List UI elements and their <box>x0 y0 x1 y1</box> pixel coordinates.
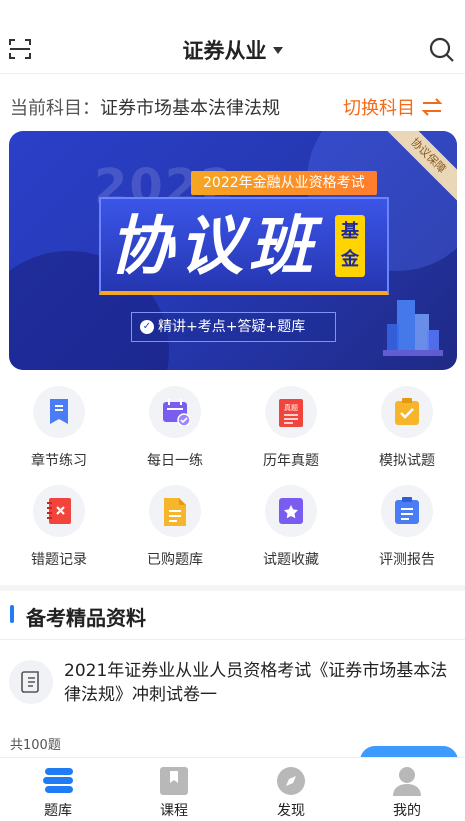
bottom-nav: 题库 课程 发现 我的 <box>0 758 465 821</box>
switch-subject-button[interactable]: 切换科目 <box>343 94 443 120</box>
grid-item-purchased-banks[interactable]: 已购题库 <box>117 485 233 575</box>
nav-label: 发现 <box>277 803 305 819</box>
check-icon: ✓ <box>140 320 154 334</box>
grid-label: 评测报告 <box>379 552 435 568</box>
grid-item-mock-exams[interactable]: 模拟试题 <box>349 386 465 476</box>
bookmark-icon <box>50 399 68 424</box>
grid-label: 章节练习 <box>31 453 87 469</box>
grid-label: 历年真题 <box>263 453 319 469</box>
scroll-document-icon <box>21 671 39 693</box>
title-dropdown[interactable]: 证券从业 <box>183 35 283 65</box>
error-notebook-icon <box>47 498 71 524</box>
star-book-icon <box>279 498 303 524</box>
grid-item-daily-practice[interactable]: 每日一练 <box>117 386 233 476</box>
section-title: 备考精品资料 <box>26 606 146 630</box>
feature-grid: 章节练习 每日一练 真题 历年真题 模拟试题 错题记录 已购题库 试题收藏 评测… <box>0 386 465 576</box>
chevron-down-icon <box>272 46 283 54</box>
grid-item-past-exams[interactable]: 真题 历年真题 <box>233 386 349 476</box>
material-icon-bg <box>9 660 53 704</box>
compass-icon <box>277 767 305 795</box>
exam-paper-icon-text: 真题 <box>284 403 298 412</box>
grid-icon-bg <box>149 485 201 537</box>
exam-paper-icon: 真题 <box>279 399 303 427</box>
banner-title: 协议班 <box>109 210 319 284</box>
nav-item-question-bank[interactable]: 题库 <box>0 758 116 821</box>
document-icon <box>164 498 186 526</box>
grid-icon-bg <box>265 485 317 537</box>
nav-label: 我的 <box>393 803 421 819</box>
report-icon <box>395 497 419 524</box>
section-accent-bar <box>10 605 14 623</box>
subject-row: 当前科目：证券市场基本法律法规 切换科目 <box>0 75 465 131</box>
app-title[interactable]: 证券从业 <box>0 35 465 65</box>
grid-icon-bg <box>33 485 85 537</box>
top-bar: 证券从业 <box>0 0 465 74</box>
grid-icon-bg: 真题 <box>265 386 317 438</box>
question-count: 共100题 <box>10 738 61 753</box>
section-header: 备考精品资料 <box>0 596 465 640</box>
grid-label: 试题收藏 <box>263 552 319 568</box>
clipboard-check-icon <box>395 398 419 425</box>
nav-item-profile[interactable]: 我的 <box>349 758 465 821</box>
grid-label: 模拟试题 <box>379 453 435 469</box>
nav-item-discover[interactable]: 发现 <box>233 758 349 821</box>
switch-subject-label: 切换科目 <box>343 98 415 119</box>
banner-badge: 基金 <box>335 215 365 277</box>
banner-subtitle-text: 精讲+考点+答疑+题库 <box>158 319 306 335</box>
current-subject-label: 当前科目： <box>10 98 100 119</box>
grid-item-chapter-practice[interactable]: 章节练习 <box>1 386 117 476</box>
grid-label: 每日一练 <box>147 453 203 469</box>
grid-label: 已购题库 <box>147 552 203 568</box>
grid-item-favorites[interactable]: 试题收藏 <box>233 485 349 575</box>
grid-icon-bg <box>149 386 201 438</box>
swap-icon <box>421 98 443 116</box>
section-divider <box>0 585 465 591</box>
nav-label: 课程 <box>160 803 188 819</box>
calendar-check-icon <box>163 399 190 426</box>
search-icon[interactable] <box>429 37 455 63</box>
cubes-illustration-icon <box>383 300 443 356</box>
promo-banner[interactable]: 2022 2022年金融从业资格考试 协议班 基金 ✓ 精讲+考点+答疑+题库 … <box>9 131 457 370</box>
banner-subtitle: ✓ 精讲+考点+答疑+题库 <box>131 312 336 342</box>
course-icon <box>160 767 188 795</box>
material-item[interactable]: 2021年证券业从业人员资格考试《证券市场基本法律法规》冲刺试卷一 <box>0 652 465 722</box>
banner-tag: 2022年金融从业资格考试 <box>191 171 377 195</box>
profile-icon <box>393 767 421 796</box>
current-subject: 当前科目：证券市场基本法律法规 <box>10 94 280 120</box>
banner-title-box: 协议班 基金 <box>99 197 389 295</box>
grid-label: 错题记录 <box>31 552 87 568</box>
nav-label: 题库 <box>44 803 72 819</box>
current-subject-value: 证券市场基本法律法规 <box>100 98 280 119</box>
question-bank-icon <box>43 768 73 793</box>
title-text: 证券从业 <box>182 39 267 63</box>
grid-item-wrong-questions[interactable]: 错题记录 <box>1 485 117 575</box>
grid-icon-bg <box>33 386 85 438</box>
grid-item-assessment-report[interactable]: 评测报告 <box>349 485 465 575</box>
nav-item-courses[interactable]: 课程 <box>116 758 232 821</box>
grid-icon-bg <box>381 386 433 438</box>
material-title: 2021年证券业从业人员资格考试《证券市场基本法律法规》冲刺试卷一 <box>64 661 448 705</box>
grid-icon-bg <box>381 485 433 537</box>
